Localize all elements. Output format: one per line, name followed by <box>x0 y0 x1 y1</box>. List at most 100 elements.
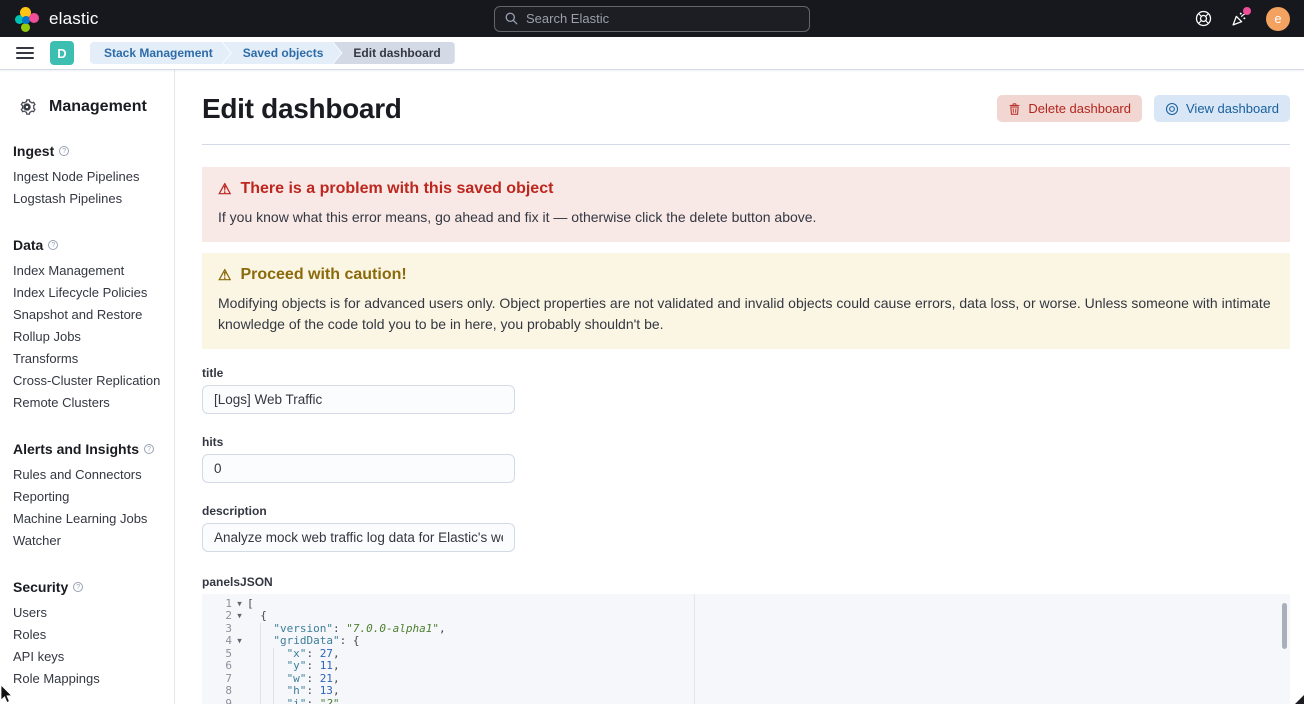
code-text: "y": 11, <box>247 660 1290 672</box>
elastic-logo[interactable]: elastic <box>14 6 99 32</box>
line-number: 9 <box>202 698 232 704</box>
elastic-logo-text: elastic <box>49 9 99 29</box>
editor-line[interactable]: 5"x": 27, <box>202 648 1290 660</box>
breadcrumb: Stack Management Saved objects Edit dash… <box>90 42 455 64</box>
fold-toggle-icon[interactable]: ▼ <box>232 635 247 647</box>
sidebar-item-api-keys[interactable]: API keys <box>13 646 166 668</box>
editor-line[interactable]: 4▼"gridData": { <box>202 635 1290 647</box>
sidebar-section-heading: Security? <box>13 577 166 597</box>
top-header-bar: elastic <box>0 0 1304 37</box>
sidebar-item-role-mappings[interactable]: Role Mappings <box>13 668 166 690</box>
sidebar-item-logstash-pipelines[interactable]: Logstash Pipelines <box>13 188 166 210</box>
search-box[interactable] <box>494 6 810 32</box>
sidebar-section-alerts-and-insights: Alerts and Insights? Rules and Connectors… <box>13 439 166 552</box>
sidebar-title: Management <box>49 98 147 116</box>
field-hits: hits <box>202 435 515 483</box>
editor-line[interactable]: 8 "h": 13, <box>202 685 1290 697</box>
sidebar-item-ingest-node-pipelines[interactable]: Ingest Node Pipelines <box>13 166 166 188</box>
sidebar-item-remote-clusters[interactable]: Remote Clusters <box>13 392 166 414</box>
sidebar-item-roles[interactable]: Roles <box>13 624 166 646</box>
breadcrumb-saved-objects[interactable]: Saved objects <box>223 42 342 64</box>
sidebar-item-index-management[interactable]: Index Management <box>13 260 166 282</box>
editor-line[interactable]: 9 "i": "2" <box>202 698 1290 704</box>
line-number: 4 <box>202 635 232 647</box>
sidebar-item-index-lifecycle-policies[interactable]: Index Lifecycle Policies <box>13 282 166 304</box>
main-content: Edit dashboard Delete dashboard <box>176 70 1304 704</box>
delete-dashboard-button[interactable]: Delete dashboard <box>997 95 1142 122</box>
caution-callout-title: ⚠ Proceed with caution! <box>218 266 1274 284</box>
panels-json-editor[interactable]: 1▼[2▼{3"version": "7.0.0-alpha1",4▼"grid… <box>202 594 1290 704</box>
sidebar-section-heading: Ingest? <box>13 141 166 161</box>
global-search <box>494 6 810 32</box>
view-dashboard-button[interactable]: View dashboard <box>1154 95 1290 122</box>
title-field-input[interactable] <box>202 385 515 414</box>
sidebar-item-rollup-jobs[interactable]: Rollup Jobs <box>13 326 166 348</box>
caution-callout: ⚠ Proceed with caution! Modifying object… <box>202 253 1290 349</box>
breadcrumb-stack-management[interactable]: Stack Management <box>90 42 231 64</box>
notification-dot <box>1243 7 1251 15</box>
elastic-logo-icon <box>14 6 40 32</box>
hits-field-input[interactable] <box>202 454 515 483</box>
warning-icon: ⚠ <box>218 268 231 283</box>
fold-spacer <box>232 660 247 672</box>
line-number: 8 <box>202 685 232 697</box>
fold-spacer <box>232 673 247 685</box>
editor-scrollbar[interactable] <box>1282 603 1287 649</box>
header-actions: e <box>1194 7 1290 31</box>
error-callout-body: If you know what this error means, go ah… <box>218 207 1274 228</box>
fold-toggle-icon[interactable]: ▼ <box>232 610 247 622</box>
editor-line[interactable]: 7"w": 21, <box>202 673 1290 685</box>
editor-line[interactable]: 6 "y": 11, <box>202 660 1290 672</box>
code-text: "h": 13, <box>247 685 1290 697</box>
newsfeed-icon[interactable] <box>1230 10 1248 28</box>
sidebar-section-ingest: Ingest? Ingest Node PipelinesLogstash Pip… <box>13 141 166 210</box>
gear-icon <box>18 98 36 116</box>
sidebar-item-transforms[interactable]: Transforms <box>13 348 166 370</box>
resize-grip-icon[interactable] <box>1295 695 1304 704</box>
eye-icon <box>1165 102 1179 116</box>
search-icon <box>505 12 518 25</box>
help-icon[interactable] <box>1194 10 1212 28</box>
sidebar-item-rules-and-connectors[interactable]: Rules and Connectors <box>13 464 166 486</box>
menu-icon[interactable] <box>16 47 34 59</box>
sidebar-header: Management <box>13 98 166 116</box>
dashboard-app-badge: D <box>50 41 74 65</box>
sidebar-section-data: Data?Index ManagementIndex Lifecycle Pol… <box>13 235 166 414</box>
sidebar-item-cross-cluster-replication[interactable]: Cross-Cluster Replication <box>13 370 166 392</box>
section-help-icon: ? <box>48 240 58 250</box>
section-help-icon: ? <box>59 146 69 156</box>
header-divider <box>202 144 1290 145</box>
field-description: description <box>202 504 515 552</box>
sidebar-item-users[interactable]: Users <box>13 602 166 624</box>
sidebar-section-security: Security? UsersRolesAPI keysRole Mappings <box>13 577 166 690</box>
editor-line[interactable]: 1▼[ <box>202 598 1290 610</box>
code-text: "w": 21, <box>247 673 1290 685</box>
breadcrumb-edit-dashboard: Edit dashboard <box>333 42 454 64</box>
search-input[interactable] <box>526 11 799 26</box>
error-callout-title: ⚠ There is a problem with this saved obj… <box>218 180 1274 198</box>
breadcrumb-bar: D Stack Management Saved objects Edit da… <box>0 37 1304 70</box>
user-avatar[interactable]: e <box>1266 7 1290 31</box>
sidebar-nav: Ingest? Ingest Node PipelinesLogstash Pip… <box>13 141 166 690</box>
section-help-icon: ? <box>144 444 154 454</box>
fold-toggle-icon[interactable]: ▼ <box>232 598 247 610</box>
sidebar-section-heading: Alerts and Insights? <box>13 439 166 459</box>
fold-spacer <box>232 698 247 704</box>
line-number: 6 <box>202 660 232 672</box>
code-text: "gridData": { <box>247 635 1290 647</box>
sidebar-item-reporting[interactable]: Reporting <box>13 486 166 508</box>
code-text: "version": "7.0.0-alpha1", <box>247 623 1290 635</box>
sidebar-item-snapshot-and-restore[interactable]: Snapshot and Restore <box>13 304 166 326</box>
field-panels-json: panelsJSON 1▼[2▼{3"version": "7.0.0-alph… <box>202 575 1290 704</box>
editor-line[interactable]: 3"version": "7.0.0-alpha1", <box>202 623 1290 635</box>
sidebar-item-watcher[interactable]: Watcher <box>13 530 166 552</box>
error-callout: ⚠ There is a problem with this saved obj… <box>202 167 1290 242</box>
hits-field-label: hits <box>202 435 515 449</box>
trash-icon <box>1008 102 1021 116</box>
code-text: "i": "2" <box>247 698 1290 704</box>
title-field-label: title <box>202 366 515 380</box>
warning-icon: ⚠ <box>218 182 231 197</box>
description-field-input[interactable] <box>202 523 515 552</box>
section-help-icon: ? <box>73 582 83 592</box>
sidebar-item-machine-learning-jobs[interactable]: Machine Learning Jobs <box>13 508 166 530</box>
